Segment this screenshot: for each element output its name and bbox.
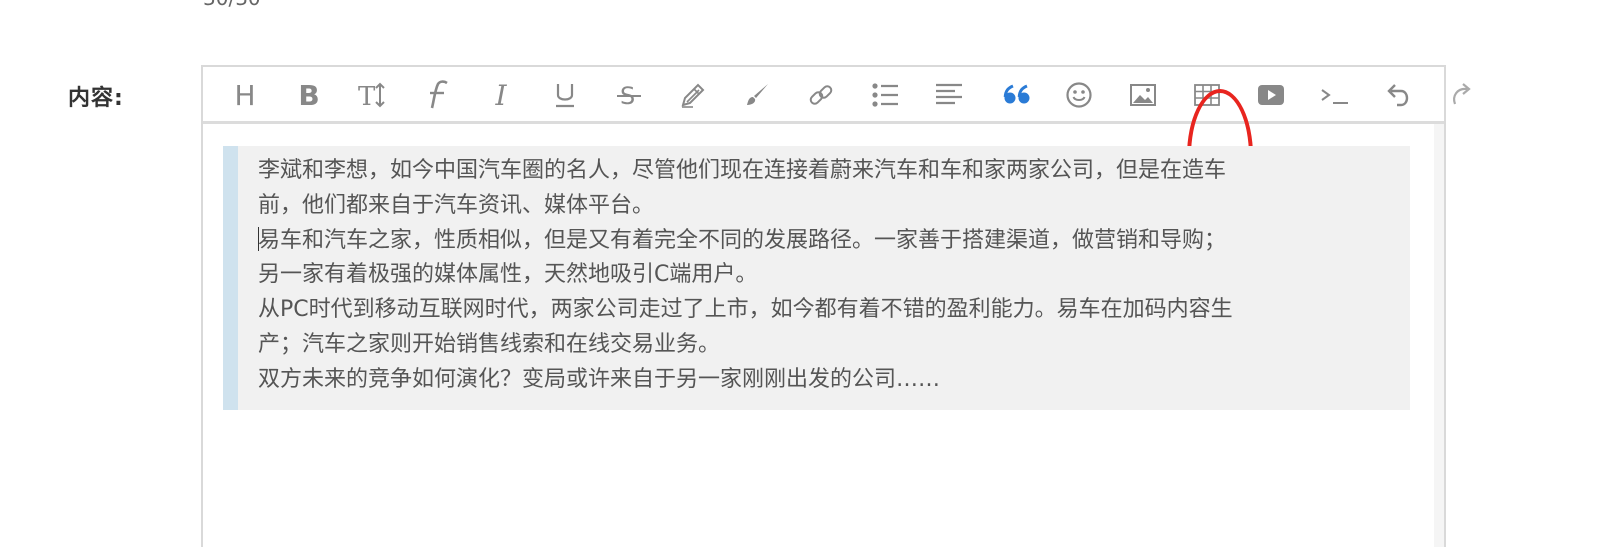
underline-icon — [556, 84, 574, 108]
heading-button[interactable]: H — [225, 75, 265, 115]
table-icon — [1194, 84, 1220, 106]
blockquote-line: 李斌和李想，如今中国汽车圈的名人，尽管他们现在连接着蔚来汽车和车和家两家公司，但… — [258, 158, 1227, 183]
quote-icon — [1003, 84, 1030, 104]
blockquote-line: 从PC时代到移动互联网时代，两家公司走过了上市，如今都有着不错的盈利能力。易车在… — [258, 297, 1233, 323]
content-label: 内容: — [68, 86, 124, 111]
link-button[interactable] — [801, 75, 841, 115]
blockquote-line: 前，他们都来自于汽车资讯、媒体平台。 — [258, 192, 655, 218]
image-icon — [1130, 84, 1156, 106]
blockquote[interactable]: 李斌和李想，如今中国汽车圈的名人，尽管他们现在连接着蔚来汽车和车和家两家公司，但… — [223, 146, 1410, 410]
heading-icon: H — [234, 78, 256, 112]
font-size-icon: T — [358, 82, 385, 109]
list-icon — [872, 83, 898, 107]
font-size-button[interactable]: T — [353, 75, 393, 115]
color-button[interactable] — [737, 75, 777, 115]
link-icon — [809, 85, 833, 105]
editor-content[interactable]: 李斌和李想，如今中国汽车圈的名人，尽管他们现在连接着蔚来汽车和车和家两家公司，但… — [203, 124, 1444, 547]
align-left-icon — [936, 83, 962, 105]
brush-icon — [747, 84, 768, 105]
editor-toolbar: H B T I S — [203, 67, 1471, 223]
blockquote-line-with-caret: 易车和汽车之家，性质相似，但是又有着完全不同的发展路径。一家善于搭建渠道，做营销… — [258, 224, 1392, 259]
emoji-button[interactable] — [1059, 75, 1099, 115]
smiley-icon — [1066, 82, 1092, 108]
undo-button[interactable] — [1379, 75, 1419, 115]
pencil-icon — [681, 83, 705, 108]
blockquote-line: 产；汽车之家则开始销售线索和在线交易业务。 — [258, 331, 721, 357]
bold-icon: B — [298, 78, 320, 112]
blockquote-button[interactable] — [997, 75, 1037, 115]
underline-button[interactable] — [545, 75, 585, 115]
redo-icon — [1453, 83, 1471, 105]
bold-button[interactable]: B — [289, 75, 329, 115]
video-icon — [1258, 85, 1284, 105]
strikethrough-button[interactable]: S — [609, 75, 649, 115]
highlight-button[interactable] — [673, 75, 713, 115]
font-family-button[interactable] — [417, 75, 457, 115]
video-button[interactable] — [1251, 75, 1291, 115]
table-button[interactable] — [1187, 75, 1227, 115]
svg-text:T: T — [358, 82, 376, 109]
italic-icon: I — [495, 78, 507, 112]
image-button[interactable] — [1123, 75, 1163, 115]
code-button[interactable] — [1315, 75, 1355, 115]
italic-button[interactable]: I — [481, 75, 521, 115]
blockquote-line: 另一家有着极强的媒体属性，天然地吸引C端用户。 — [258, 262, 758, 288]
blockquote-line-text: 易车和汽车之家，性质相似，但是又有着完全不同的发展路径。一家善于搭建渠道，做营销… — [258, 227, 1227, 253]
font-family-icon — [430, 80, 448, 109]
redo-button[interactable] — [1443, 75, 1483, 115]
blockquote-line: 双方未来的竞争如何演化？变局或许来自于另一家刚刚出发的公司…… — [258, 366, 941, 392]
terminal-icon — [1321, 89, 1348, 104]
title-char-counter: 30/30 — [203, 0, 261, 10]
list-button[interactable] — [865, 75, 905, 115]
undo-icon — [1387, 84, 1409, 107]
align-button[interactable] — [929, 75, 969, 115]
rich-text-editor: H B T I S 李斌和李想，如今中国汽车圈的名人，尽管他们现在连接着蔚来汽车… — [201, 65, 1471, 547]
strikethrough-icon: S — [617, 82, 641, 109]
editor-scrollbar[interactable] — [1434, 124, 1444, 547]
